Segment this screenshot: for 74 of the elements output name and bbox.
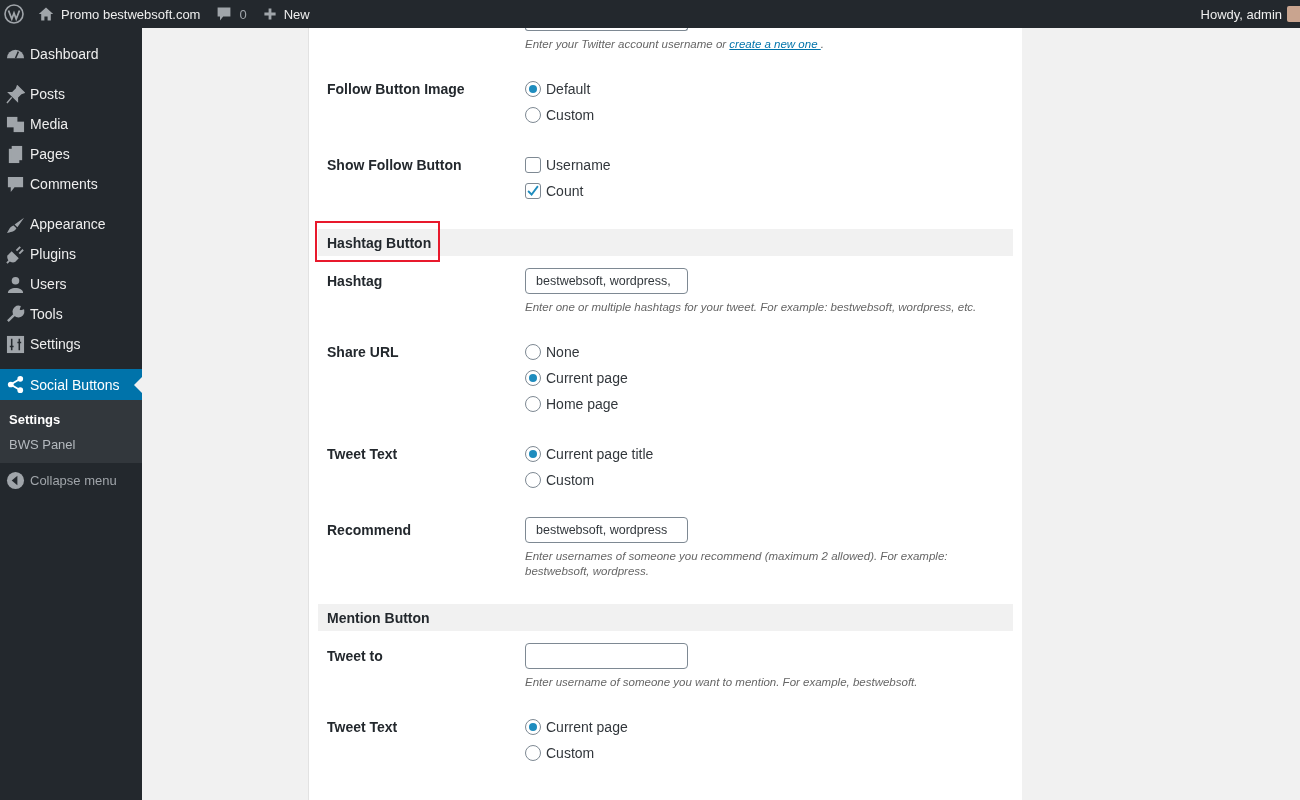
user-icon — [6, 274, 25, 294]
option-label: Current page — [546, 370, 628, 386]
sidebar-item[interactable]: Users — [0, 269, 142, 299]
sidebar-item[interactable]: Tools — [0, 299, 142, 329]
option-label: Custom — [546, 745, 595, 761]
field-label: Follow Button Image — [327, 80, 466, 99]
text-field[interactable] — [525, 28, 688, 31]
media-icon — [6, 114, 25, 134]
radio-button[interactable] — [525, 472, 541, 488]
option-label: Home page — [546, 396, 619, 412]
pushpin-icon — [6, 84, 25, 104]
section-title: Hashtag Button — [327, 234, 432, 251]
field-label: Tweet Text — [327, 445, 399, 464]
submenu-item[interactable]: BWS Panel — [0, 432, 142, 457]
account-link[interactable]: Howdy, admin — [1200, 0, 1300, 28]
site-name-link[interactable]: Promo bestwebsoft.com — [30, 0, 209, 28]
field-label: Share URL — [327, 343, 400, 362]
text-field[interactable] — [525, 643, 688, 669]
text-field[interactable]: bestwebsoft, wordpress — [525, 517, 688, 543]
comments-link[interactable]: 0 — [208, 0, 255, 28]
sidebar-item[interactable]: Plugins — [0, 239, 142, 269]
plus-icon — [262, 7, 277, 21]
field-label: Tweet Text — [327, 718, 399, 737]
option-label: Current page — [546, 719, 628, 735]
radio-button[interactable] — [525, 107, 541, 123]
wrench-icon — [6, 304, 25, 324]
pages-icon — [6, 144, 25, 164]
create-account-link[interactable]: create a new one — [729, 38, 821, 50]
option-label: Default — [546, 81, 591, 97]
text-field[interactable]: bestwebsoft, wordpress, — [525, 268, 688, 294]
field-label: Hashtag — [327, 272, 384, 291]
field-label: Tweet to — [327, 647, 384, 666]
wordpress-logo-icon[interactable] — [4, 4, 24, 24]
sidebar-item[interactable]: Settings — [0, 329, 142, 359]
sliders-icon — [6, 334, 25, 354]
option-label: None — [546, 344, 580, 360]
option-label: Current page title — [546, 446, 654, 462]
new-link[interactable]: New — [254, 0, 318, 28]
avatar-placeholder — [1287, 6, 1300, 22]
checkbox[interactable] — [525, 157, 541, 173]
section-title: Mention Button — [327, 609, 430, 626]
speech-bubble-icon — [6, 174, 25, 194]
field-description: Enter usernames of someone you recommend (maximum 2 allowed). For example: bestwebsoft, wordpress. — [525, 549, 949, 579]
home-icon — [38, 6, 54, 22]
speech-bubble-icon — [216, 6, 233, 22]
sidebar-item[interactable]: Appearance — [0, 209, 142, 239]
collapse-menu-button[interactable]: Collapse menu — [0, 465, 142, 495]
option-label: Username — [546, 157, 611, 173]
radio-button[interactable] — [525, 370, 541, 386]
field-label: Show Follow Button — [327, 156, 463, 175]
field-description: Enter one or multiple hashtags for your tweet. For example: bestwebsoft, wordpress, etc. — [525, 300, 978, 315]
radio-button[interactable] — [525, 745, 541, 761]
submenu-item[interactable]: Settings — [0, 407, 142, 432]
radio-button[interactable] — [525, 446, 541, 462]
radio-button[interactable] — [525, 396, 541, 412]
option-label: Custom — [546, 107, 595, 123]
field-description: Enter your Twitter account username or create a new one . — [525, 37, 825, 52]
left-arrow-circle-icon — [6, 470, 25, 490]
radio-button[interactable] — [525, 344, 541, 360]
sidebar-item[interactable]: Media — [0, 109, 142, 139]
sidebar-item[interactable]: Social Buttons — [0, 369, 142, 400]
field-label: Recommend — [327, 521, 413, 540]
radio-button[interactable] — [525, 81, 541, 97]
option-label: Count — [546, 183, 584, 199]
radio-button[interactable] — [525, 719, 541, 735]
sidebar-item[interactable]: Pages — [0, 139, 142, 169]
plug-icon — [6, 244, 25, 264]
sidebar-item[interactable]: Posts — [0, 79, 142, 109]
checkbox[interactable] — [525, 183, 541, 199]
sidebar-item[interactable]: Dashboard — [0, 39, 142, 69]
field-description: Enter username of someone you want to mention. For example, bestwebsoft. — [525, 675, 919, 690]
option-label: Custom — [546, 472, 595, 488]
sidebar-item[interactable]: Comments — [0, 169, 142, 199]
share-icon — [6, 375, 25, 394]
